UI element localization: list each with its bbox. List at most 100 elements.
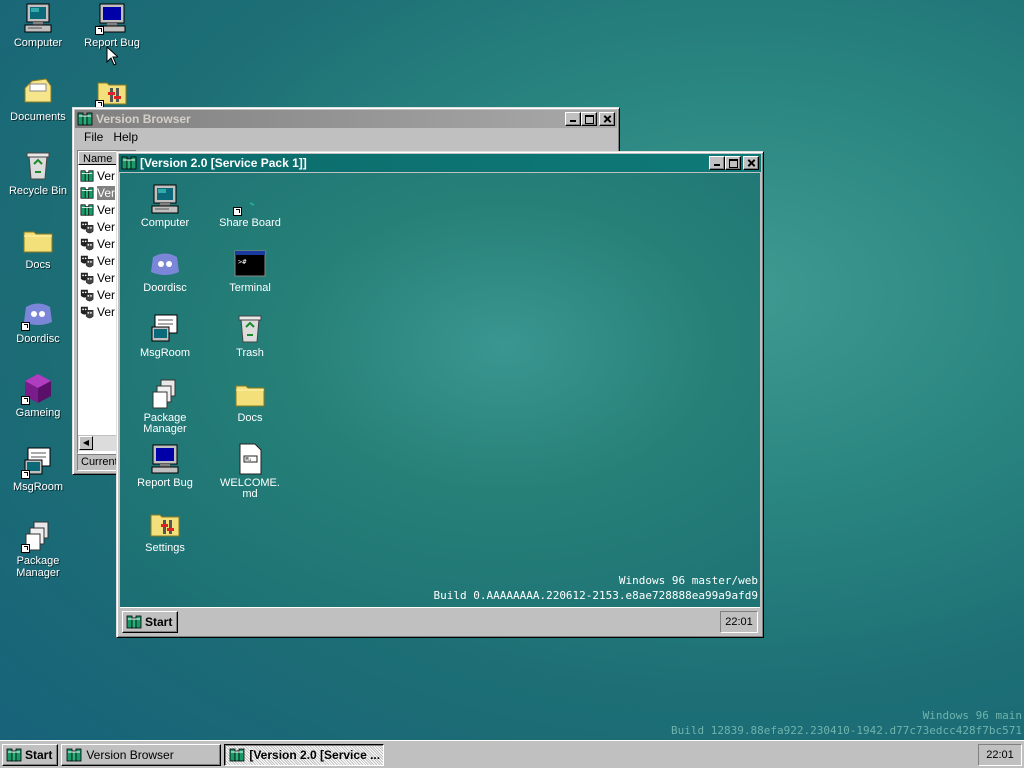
version-browser-titlebar[interactable]: Version Browser [75,110,617,128]
vm-icon-label: Docs [237,412,263,424]
start-label: Start [145,614,173,629]
desktop-icon-recycle-bin[interactable]: Recycle Bin [0,150,76,197]
vm-icon-welcome-md[interactable]: WELCOME.md [209,443,291,500]
close-button[interactable] [743,156,759,170]
close-button[interactable] [599,112,615,126]
vm-icon-label: Doordisc [143,282,187,294]
settings-folder-icon [149,508,181,540]
mouse-cursor-icon [106,46,118,66]
vm-desktop: Computer Share Board Doordisc Terminal M… [120,173,760,607]
taskbar-button-vm-window[interactable]: [Version 2.0 [Service ... [224,743,385,766]
minimize-button[interactable] [565,112,581,126]
watermark-line-1: Windows 96 main [922,709,1022,722]
vm-icon-computer[interactable]: Computer [124,183,206,229]
desktop-icon-label: Docs [25,259,51,271]
recycle-bin-icon [234,313,266,345]
desktop-icon-documents[interactable]: Documents [0,76,76,123]
version-logo-icon [80,169,94,183]
desktop-icon-package-manager[interactable]: Package Manager [0,520,76,579]
folder-icon [234,378,266,410]
vm-icon-label: Computer [140,217,190,229]
desktop-icon-label: Recycle Bin [8,185,68,197]
taskbar-button-version-browser[interactable]: Version Browser [61,743,222,766]
shortcut-arrow-icon [21,470,30,479]
desktop-icon-label: Package Manager [16,555,60,579]
report-bug-icon [149,443,181,475]
folder-icon [22,224,54,256]
vm-icon-label: WELCOME.md [220,477,280,500]
vm-icon-doordisc[interactable]: Doordisc [124,248,206,294]
theater-mask-icon [80,220,94,234]
taskbar-button-label: Version Browser [86,747,174,762]
desktop-icon-report-bug[interactable]: Report Bug [74,2,150,49]
version-logo-icon [80,186,94,200]
shortcut-arrow-icon [21,322,30,331]
theater-mask-icon [80,305,94,319]
menubar: File Help [75,128,617,146]
desktop-icon-label: Documents [10,111,66,123]
desktop-icon-settings[interactable] [74,76,150,111]
desktop-build-watermark: Windows 96 main Build 12839.88efa922.230… [671,708,1022,738]
desktop-icon-docs[interactable]: Docs [0,224,76,271]
minimize-button[interactable] [709,156,725,170]
window-title: Version Browser [96,112,191,126]
vm-icon-settings[interactable]: Settings [124,508,206,554]
vm-icon-package-manager[interactable]: Package Manager [124,378,206,435]
desktop-icon-label: MsgRoom [12,481,64,493]
desktop-icon-computer[interactable]: Computer [0,2,76,49]
vm-icon-share-board[interactable]: Share Board [209,183,291,229]
maximize-button[interactable] [725,156,741,170]
vm-icon-label: Report Bug [137,477,193,489]
vm-watermark-line-2: Build 0.AAAAAAAA.220612-2153.e8ae728888e… [433,589,758,602]
terminal-icon [234,248,266,280]
theater-mask-icon [80,288,94,302]
scroll-left-arrow-icon[interactable]: ◀ [79,436,93,450]
markdown-file-icon [234,443,266,475]
vm-icon-terminal[interactable]: Terminal [209,248,291,294]
start-logo-icon [6,747,22,763]
window-logo-icon [66,747,82,763]
vm-window-titlebar[interactable]: [Version 2.0 [Service Pack 1]] [119,154,761,172]
maximize-button[interactable] [581,112,597,126]
taskbar: Start Version Browser [Version 2.0 [Serv… [0,740,1024,768]
taskbar-button-label: [Version 2.0 [Service ... [249,747,381,762]
desktop-icon-label: Doordisc [16,333,60,345]
start-logo-icon [126,614,142,630]
menu-help[interactable]: Help [108,130,143,144]
vm-icon-label: Terminal [229,282,271,294]
shortcut-arrow-icon [21,396,30,405]
vm-icon-label: Trash [236,347,264,359]
vm-icon-label: Package Manager [143,412,187,435]
desktop-icon-gameing[interactable]: Gameing [0,372,76,419]
vm-build-watermark: Windows 96 master/web Build 0.AAAAAAAA.2… [433,573,758,603]
desktop-icon-msgroom[interactable]: MsgRoom [0,446,76,493]
start-label: Start [25,747,53,762]
start-button[interactable]: Start [2,743,59,766]
vm-icon-label: Share Board [219,217,281,229]
msgroom-icon [149,313,181,345]
vm-window[interactable]: [Version 2.0 [Service Pack 1]] Computer … [116,151,764,638]
window-title: [Version 2.0 [Service Pack 1]] [140,156,307,170]
vm-icon-docs[interactable]: Docs [209,378,291,424]
shortcut-arrow-icon [95,26,104,35]
vm-taskbar: Start 22:01 [120,607,760,635]
shortcut-arrow-icon [21,544,30,553]
theater-mask-icon [80,254,94,268]
desktop-icon-doordisc[interactable]: Doordisc [0,298,76,345]
documents-folder-icon [22,76,54,108]
vm-icon-report-bug[interactable]: Report Bug [124,443,206,489]
shortcut-arrow-icon [233,207,242,216]
desktop-icon-label: Gameing [15,407,61,419]
window-logo-icon [229,747,245,763]
menu-file[interactable]: File [79,130,108,144]
vm-icon-msgroom[interactable]: MsgRoom [124,313,206,359]
vm-start-button[interactable]: Start [122,610,179,633]
vm-icon-label: Settings [145,542,185,554]
recycle-bin-icon [22,150,54,182]
vm-icon-trash[interactable]: Trash [209,313,291,359]
package-icon [149,378,181,410]
theater-mask-icon [80,237,94,251]
vm-icon-label: MsgRoom [139,347,191,359]
version-logo-icon [80,203,94,217]
computer-icon [22,2,54,34]
